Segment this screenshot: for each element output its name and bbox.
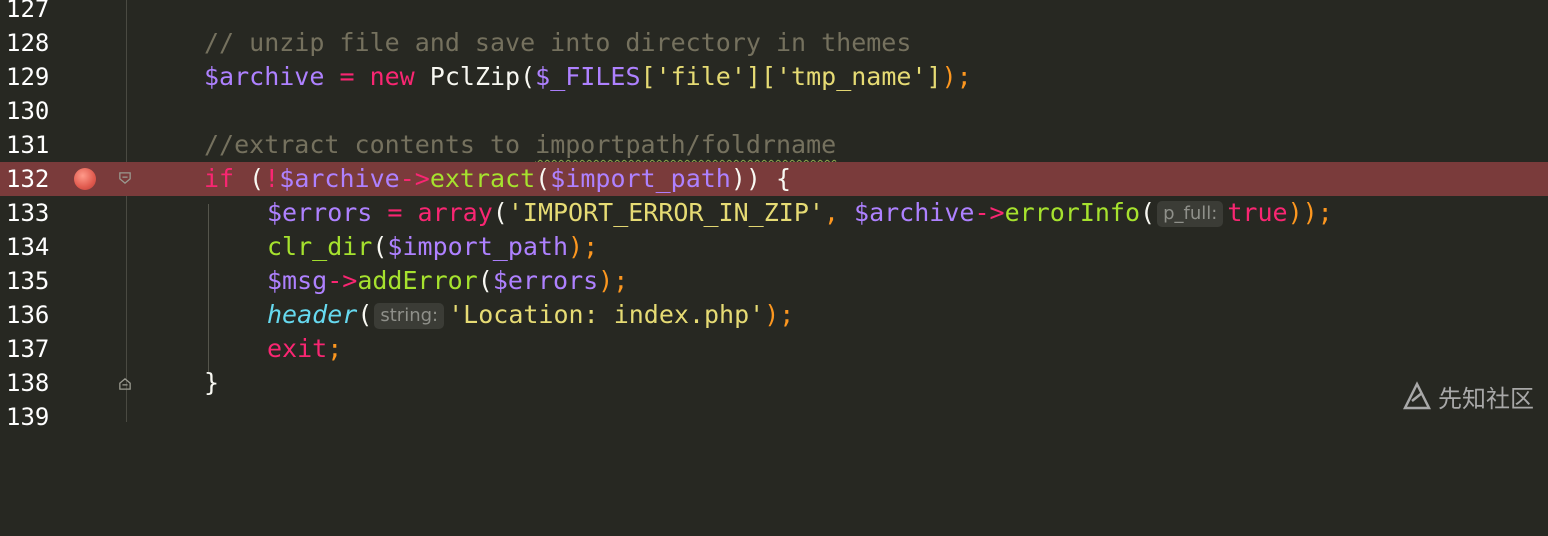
code-token: true [1227,198,1288,227]
code-token: $archive [854,198,975,227]
code-token: extract [429,164,536,193]
code-token: -> [327,266,358,295]
watermark-text: 先知社区 [1438,384,1534,413]
code-line[interactable]: 133 $errors = array('IMPORT_ERROR_IN_ZIP… [0,196,1548,230]
code-token: $import_path [387,232,569,261]
code-line[interactable]: 131 //extract contents to importpath/fol… [0,128,1548,162]
code-token: = [324,62,370,91]
code-token: -> [974,198,1005,227]
code-line[interactable]: 137 exit; [0,332,1548,366]
line-number: 127 [6,0,50,23]
code-token: errorInfo [1004,198,1141,227]
code-token: array [417,198,493,227]
code-token: ['file'] [640,62,761,91]
code-line[interactable]: 127 [0,0,1548,26]
code-line[interactable]: 128 // unzip file and save into director… [0,26,1548,60]
spellcheck-warning: importpath/foldrname [535,130,837,159]
parameter-hint: string: [374,303,445,329]
code-token: header [267,300,358,329]
line-number: 135 [6,267,50,295]
code-token: 'Location: index.php' [448,300,765,329]
code-token: $archive [279,164,400,193]
code-token: 'IMPORT_ERROR_IN_ZIP' [507,198,824,227]
code-editor[interactable]: 127 128 // unzip file and save into dire… [0,0,1548,434]
line-number: 133 [6,199,50,227]
code-token: ( [477,266,493,295]
code-token: $import_path [550,164,731,193]
code-token: clr_dir [267,232,373,261]
line-number: 134 [6,233,50,261]
fold-open-icon[interactable] [118,172,132,184]
code-token: )); [1287,198,1333,227]
xianzhi-logo-icon [1402,381,1432,410]
code-token: ( [372,232,388,261]
code-token: PclZip( [414,62,536,91]
line-number: 132 [6,165,50,193]
line-number: 131 [6,131,50,159]
code-token: $msg [267,266,328,295]
code-token: } [204,368,220,397]
code-token: ); [764,300,795,329]
code-line[interactable]: 136 header(string: 'Location: index.php')… [0,298,1548,332]
code-comment: // unzip file and save into directory in… [204,28,912,57]
line-number: 139 [6,403,50,431]
line-number: 128 [6,29,50,57]
code-line[interactable]: 130 [0,94,1548,128]
code-token: if [204,164,235,193]
code-line[interactable]: 135 $msg->addError($errors); [0,264,1548,298]
code-token: ( [1140,198,1156,227]
code-token: new [369,62,415,91]
code-token: , [823,198,855,227]
code-token: ); [568,232,599,261]
code-token: ( [535,164,551,193]
code-token: $_FILES [535,62,641,91]
code-line[interactable]: 129 $archive = new PclZip($_FILES['file'… [0,60,1548,94]
code-token: addError [357,266,478,295]
code-line[interactable]: 139 [0,400,1548,434]
code-token: )) { [730,164,792,193]
code-comment: //extract contents to [204,130,536,159]
line-number: 136 [6,301,50,329]
code-line[interactable]: 134 clr_dir($import_path); [0,230,1548,264]
breakpoint-icon[interactable] [74,168,96,190]
code-token: ); [941,62,972,91]
code-token: -> [399,164,430,193]
code-token: ( [357,300,373,329]
parameter-hint: p_full: [1157,201,1224,227]
watermark: 先知社区 [1402,378,1534,414]
code-token: = [372,198,418,227]
code-token: $archive [204,62,325,91]
breakpoint-line[interactable]: 132 if (!$archive->extract($import_path)… [0,162,1548,196]
code-token: $errors [492,266,599,295]
code-token: ['tmp_name'] [760,62,942,91]
line-number: 130 [6,97,50,125]
code-token: ( [492,198,508,227]
fold-close-icon[interactable] [118,378,132,390]
line-number: 129 [6,63,50,91]
code-token: exit [267,334,328,363]
line-number: 138 [6,369,50,397]
code-line[interactable]: 138 } [0,366,1548,400]
code-token: ( [234,164,265,193]
code-token: $errors [267,198,373,227]
code-token: ; [327,334,343,363]
code-token: ); [598,266,629,295]
line-number: 137 [6,335,50,363]
code-token: ! [264,164,280,193]
